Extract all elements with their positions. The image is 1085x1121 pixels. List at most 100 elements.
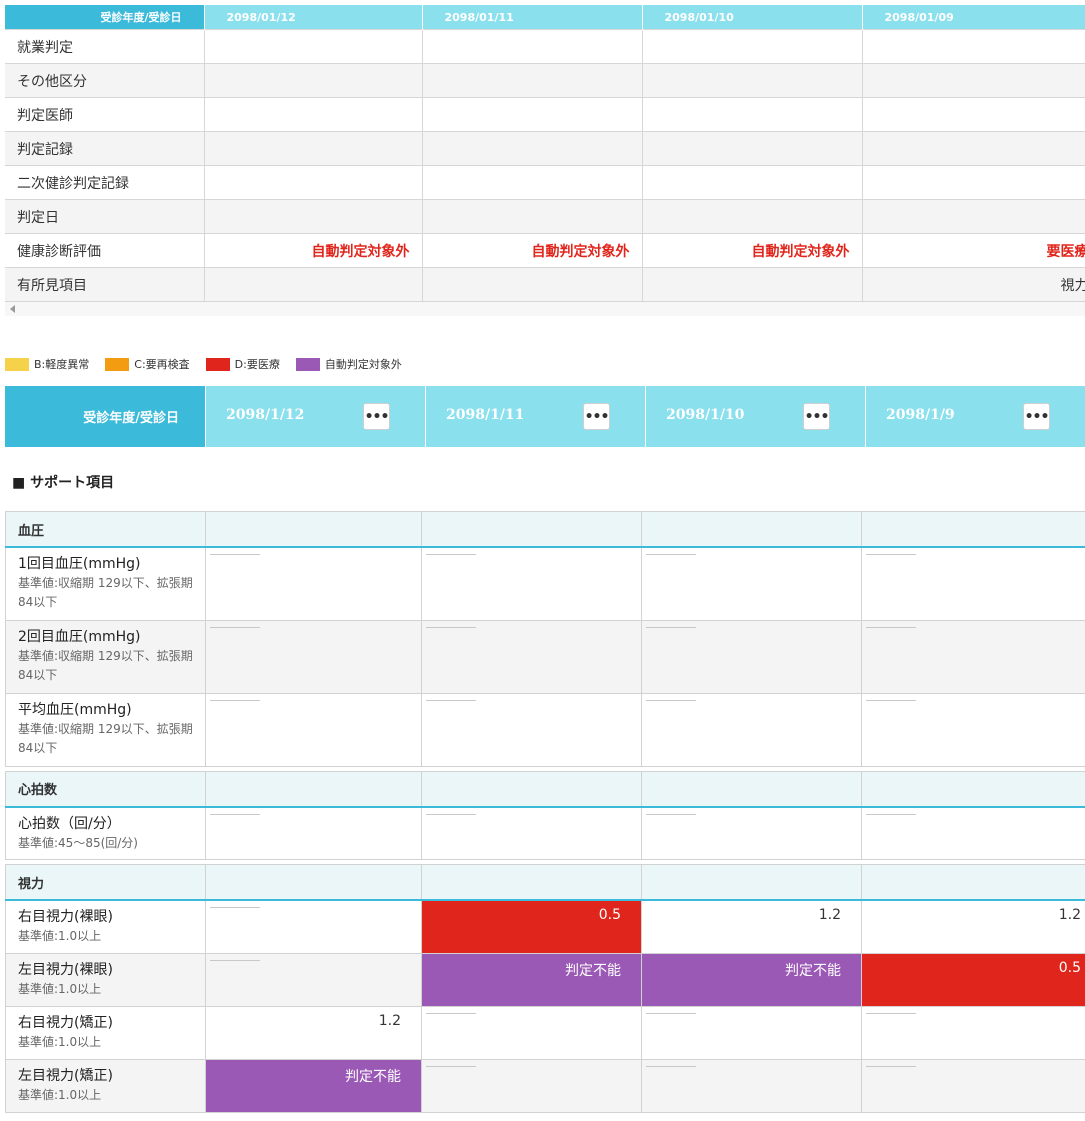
- summary-row: その他区分: [5, 63, 1085, 98]
- group-header-row: 心拍数: [5, 770, 1085, 808]
- findings-value: [203, 267, 423, 302]
- result-value: 0.5: [1058, 959, 1081, 976]
- group-cell: [421, 770, 642, 808]
- group-cell: [421, 864, 642, 901]
- value-cell: [641, 1005, 862, 1060]
- more-options-button[interactable]: •••: [1023, 403, 1050, 430]
- empty-dash: [426, 1065, 476, 1067]
- value-cell: [205, 546, 422, 621]
- group-cell: [641, 511, 862, 548]
- group-cell: [205, 511, 422, 548]
- item-reference: 基準値:1.0以上: [18, 929, 102, 943]
- group-spacer: [5, 1111, 1085, 1117]
- summary-cell: [861, 63, 1085, 98]
- evaluation-value: 自動判定対象外: [641, 233, 863, 268]
- empty-dash: [866, 699, 916, 701]
- summary-cell: [421, 131, 643, 166]
- summary-cell: [641, 199, 863, 234]
- legend-swatch: [295, 357, 320, 371]
- summary-header-row: 受診年度/受診日 2098/01/12 2098/01/11 2098/01/1…: [5, 5, 1085, 30]
- group-cell: [205, 864, 422, 901]
- exam-date: 2098/1/10: [666, 407, 745, 423]
- summary-cell: [641, 29, 863, 64]
- group-cell: [421, 511, 642, 548]
- value-cell-abnormal: 0.5: [421, 899, 642, 954]
- group-header-row: 視力: [5, 864, 1085, 901]
- summary-date: 2098/01/10: [642, 5, 863, 30]
- value-cell: [641, 619, 862, 694]
- value-cell: [205, 619, 422, 694]
- value-cell: [861, 692, 1085, 767]
- result-value: 1.2: [1058, 907, 1081, 923]
- value-cell-undeterminable: 判定不能: [641, 952, 862, 1007]
- value-cell: [421, 806, 642, 860]
- empty-dash: [866, 626, 916, 628]
- more-options-button[interactable]: •••: [583, 403, 610, 430]
- result-value: 1.2: [378, 1012, 401, 1029]
- date-column-header: 2098/1/12 •••: [205, 386, 425, 447]
- summary-cell: [861, 97, 1085, 132]
- value-cell: [641, 692, 862, 767]
- item-row: 2回目血圧(mmHg) 基準値:収縮期 129以下、拡張期 84以下: [5, 619, 1085, 694]
- item-row: 平均血圧(mmHg) 基準値:収縮期 129以下、拡張期 84以下: [5, 692, 1085, 767]
- group-header-row: 血圧: [5, 511, 1085, 548]
- group-title: 視力: [5, 864, 206, 901]
- result-value: 判定不能: [345, 1068, 401, 1085]
- empty-dash: [866, 554, 916, 555]
- empty-dash: [426, 699, 476, 701]
- summary-row-label: 就業判定: [5, 29, 205, 64]
- empty-dash: [646, 1065, 696, 1067]
- item-label: 右目視力(裸眼) 基準値:1.0以上: [5, 899, 206, 954]
- empty-dash: [210, 626, 260, 628]
- value-cell: [861, 1058, 1085, 1113]
- value-cell: [421, 1005, 642, 1060]
- item-row: 1回目血圧(mmHg) 基準値:収縮期 129以下、拡張期 84以下: [5, 546, 1085, 621]
- empty-dash: [646, 813, 696, 815]
- value-cell: [861, 619, 1085, 694]
- value-cell: [861, 1005, 1085, 1060]
- summary-row: 就業判定: [5, 29, 1085, 64]
- item-reference: 基準値:1.0以上: [18, 1087, 102, 1102]
- legend-item: B:軽度異常: [5, 356, 89, 372]
- legend-swatch: [5, 357, 29, 371]
- more-options-button[interactable]: •••: [363, 403, 390, 430]
- group-cell: [205, 770, 422, 808]
- empty-dash: [210, 907, 260, 908]
- findings-value: [421, 267, 643, 302]
- empty-dash: [646, 1012, 696, 1014]
- result-value: 判定不能: [565, 962, 621, 979]
- value-cell: [205, 692, 422, 767]
- empty-dash: [426, 554, 476, 555]
- item-reference: 基準値:45〜85(回/分): [18, 835, 138, 850]
- item-row: 左目視力(裸眼) 基準値:1.0以上 判定不能 判定不能 0.5: [5, 952, 1085, 1007]
- item-row: 右目視力(矯正) 基準値:1.0以上 1.2: [5, 1005, 1085, 1060]
- empty-dash: [426, 813, 476, 815]
- item-row: 心拍数（回/分） 基準値:45〜85(回/分): [5, 806, 1085, 860]
- summary-row-label: 健康診断評価: [5, 233, 205, 268]
- item-reference: 基準値:収縮期 129以下、拡張期 84以下: [18, 721, 193, 755]
- summary-cell: [641, 97, 863, 132]
- evaluation-value: 自動判定対象外: [203, 233, 423, 268]
- empty-dash: [646, 699, 696, 701]
- empty-dash: [210, 813, 260, 815]
- item-label: 左目視力(矯正) 基準値:1.0以上: [5, 1058, 206, 1113]
- summary-table: 受診年度/受診日 2098/01/12 2098/01/11 2098/01/1…: [5, 5, 1085, 302]
- legend-swatch: [105, 357, 130, 371]
- group-title: 心拍数: [5, 770, 206, 808]
- summary-cell: [203, 199, 423, 234]
- more-options-button[interactable]: •••: [803, 403, 830, 430]
- summary-cell: [861, 29, 1085, 64]
- summary-date: 2098/01/11: [422, 5, 643, 30]
- legend-item: C:要再検査: [105, 356, 190, 372]
- date-column-header: 2098/1/10 •••: [645, 386, 865, 447]
- item-label: 左目視力(裸眼) 基準値:1.0以上: [5, 952, 206, 1007]
- summary-row: 二次健診判定記録: [5, 165, 1085, 200]
- value-cell-abnormal: 0.5: [861, 952, 1085, 1007]
- value-cell: [421, 546, 642, 621]
- empty-dash: [210, 699, 260, 701]
- item-label: 平均血圧(mmHg) 基準値:収縮期 129以下、拡張期 84以下: [5, 692, 206, 767]
- legend-label: 自動判定対象外: [324, 358, 402, 371]
- horizontal-scrollbar[interactable]: [5, 302, 1085, 316]
- item-label: 1回目血圧(mmHg) 基準値:収縮期 129以下、拡張期 84以下: [5, 546, 206, 621]
- scroll-left-arrow-icon[interactable]: [10, 305, 15, 313]
